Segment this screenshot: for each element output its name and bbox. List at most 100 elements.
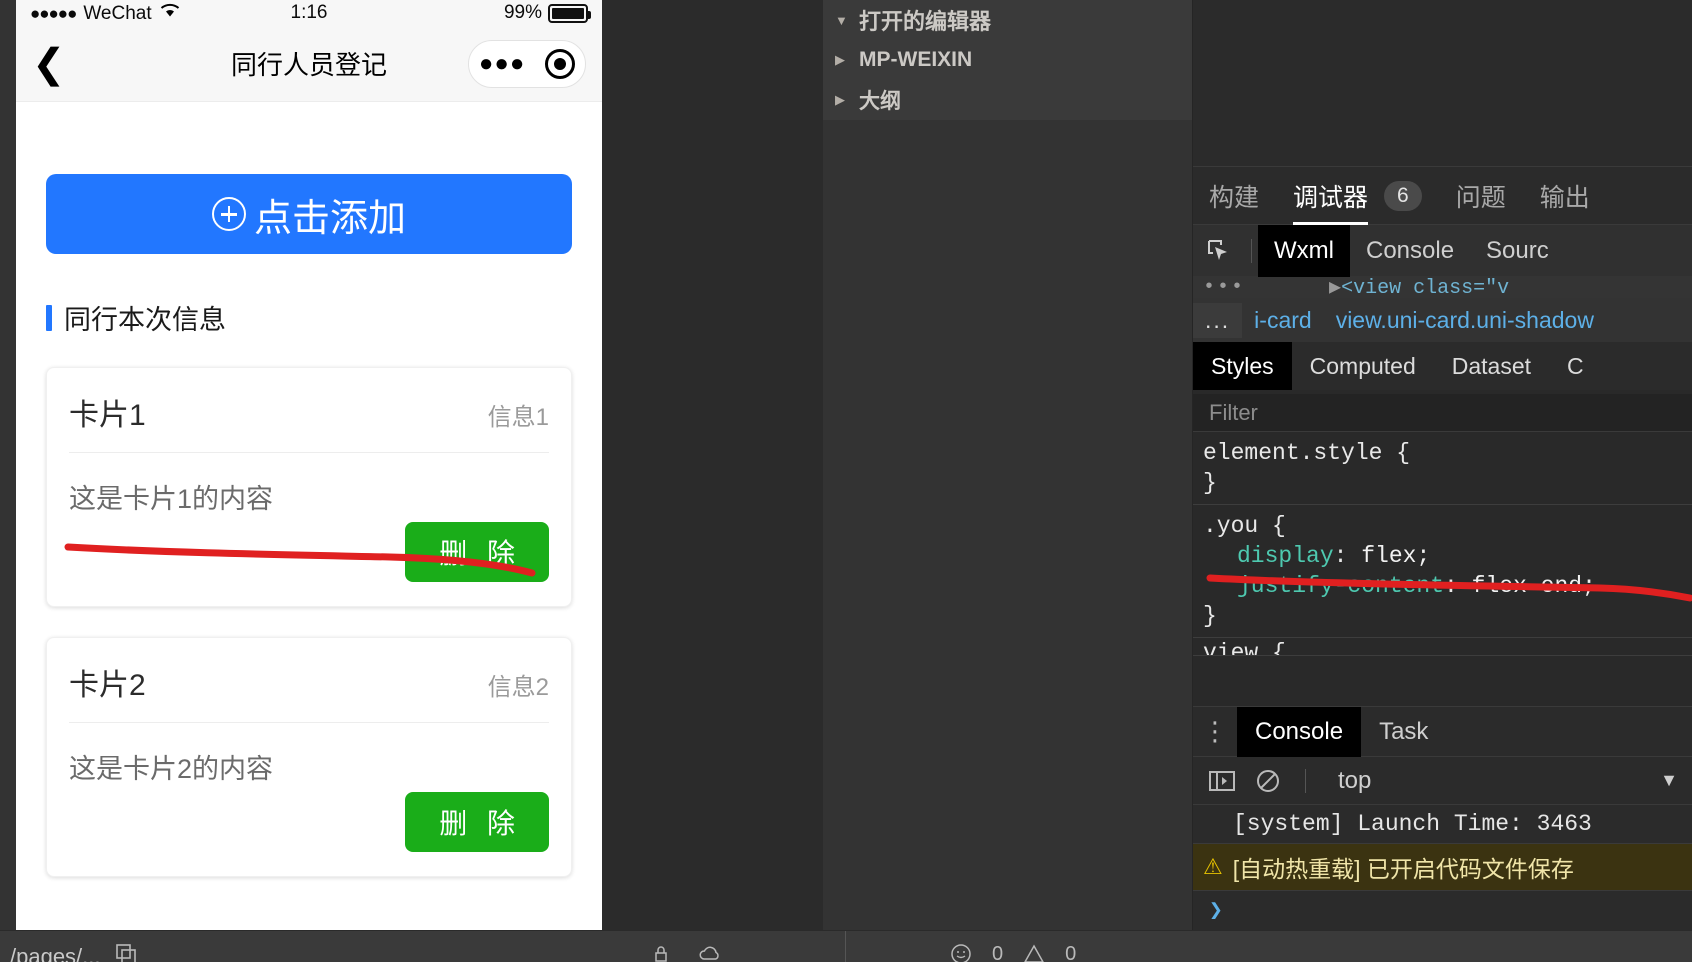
tab-more[interactable]: C [1549, 342, 1602, 390]
explorer-row-label: 大纲 [859, 90, 901, 113]
subtab-sources[interactable]: Sourc [1470, 225, 1565, 277]
css-colon: : [1333, 543, 1362, 569]
console-drawer-tabs: ⋮ Console Task [1193, 706, 1692, 757]
signal-dots-icon: ●●●●● [30, 3, 77, 23]
wxml-markup-line: ▶<view class="v [1329, 276, 1509, 298]
card-extra: 信息2 [487, 674, 549, 701]
status-bar-divider [845, 931, 846, 962]
clear-console-icon[interactable] [1253, 766, 1283, 796]
tab-dataset[interactable]: Dataset [1434, 342, 1549, 390]
explorer-row-open-editors[interactable]: ▼ 打开的编辑器 [823, 0, 1192, 40]
element-picker-icon[interactable] [1193, 225, 1245, 277]
console-drawer: ⋮ Console Task top ▼ [system] Launch Tim… [1193, 706, 1692, 930]
styles-filter-input[interactable]: Filter [1193, 394, 1692, 432]
tab-output[interactable]: 输出 [1540, 167, 1590, 225]
chevron-down-icon[interactable]: ▼ [1660, 770, 1678, 791]
current-path-label: /pages/... [10, 943, 101, 962]
breadcrumb-item-uni-card[interactable]: view.uni-card.uni-shadow [1324, 307, 1606, 334]
chevron-right-icon[interactable]: ▶ [835, 92, 849, 108]
card-content: 这是卡片2的内容 [69, 754, 274, 784]
subtab-wxml[interactable]: Wxml [1258, 224, 1350, 277]
css-value[interactable]: flex; [1361, 543, 1430, 569]
card-item: 卡片1 信息1 这是卡片1的内容 删 除 [46, 367, 572, 607]
tab-computed[interactable]: Computed [1292, 342, 1434, 390]
chevron-down-icon[interactable]: ▼ [835, 13, 849, 28]
card-title: 卡片2 [69, 669, 146, 702]
status-bar-left: ●●●●● WeChat [30, 2, 180, 24]
toolbar-separator [1305, 768, 1306, 793]
css-property[interactable]: justify-content [1203, 573, 1444, 599]
devtools-main-tabs: 构建 调试器 6 问题 输出 [1193, 166, 1692, 225]
explorer-row-mp-weixin[interactable]: ▶ MP-WEIXIN [823, 40, 1192, 80]
wechat-capsule-button[interactable]: ●●● [468, 39, 586, 88]
warning-triangle-icon[interactable] [1023, 943, 1045, 962]
left-gutter [0, 0, 16, 930]
delete-button[interactable]: 删 除 [405, 792, 549, 852]
css-closing-brace: } [1203, 470, 1217, 496]
console-sidebar-icon[interactable] [1207, 766, 1237, 796]
smiley-icon[interactable] [950, 943, 972, 962]
section-accent-bar [46, 304, 52, 331]
chevron-right-icon[interactable]: ▶ [835, 52, 849, 68]
css-declaration[interactable]: justify-content: flex-end; [1203, 571, 1692, 601]
explorer-row-outline[interactable]: ▶ 大纲 [823, 80, 1192, 120]
phone-nav-bar: ❮ 同行人员登记 ●●● [16, 26, 602, 102]
section-title-label: 同行本次信息 [64, 305, 226, 335]
css-selector: element.style { [1203, 440, 1411, 466]
tab-build[interactable]: 构建 [1209, 167, 1259, 225]
explorer-row-label: MP-WEIXIN [859, 48, 973, 71]
back-icon[interactable]: ❮ [32, 44, 76, 84]
warning-icon: ⚠ [1203, 854, 1223, 879]
css-rule-you[interactable]: .you { display: flex; justify-content: f… [1193, 505, 1692, 638]
console-message-warning: ⚠ [自动热重载] 已开启代码文件保存 [1193, 843, 1692, 890]
status-bar-path[interactable]: /pages/... [0, 943, 137, 962]
card-header: 卡片2 信息2 [69, 638, 549, 723]
console-message-log: [system] Launch Time: 3463 [1193, 804, 1692, 843]
copy-icon[interactable] [115, 943, 137, 962]
target-icon[interactable] [545, 48, 576, 79]
wxml-markup-text: <view class="v [1341, 277, 1510, 298]
toolbar-separator [1251, 238, 1252, 263]
tab-styles[interactable]: Styles [1193, 342, 1292, 390]
css-declaration[interactable]: display: flex; [1203, 541, 1692, 571]
wxml-tree-row[interactable]: ••• ▶<view class="v [1193, 276, 1692, 298]
tab-console[interactable]: Console [1237, 706, 1362, 757]
dom-breadcrumb: ... i-card view.uni-card.uni-shadow [1193, 298, 1692, 342]
phone-page-body: 点击添加 同行本次信息 卡片1 信息1 这是卡片1的内容 删 除 卡片2 信息2… [16, 174, 602, 930]
breadcrumb-ellipsis[interactable]: ... [1193, 302, 1243, 338]
add-button[interactable]: 点击添加 [46, 174, 572, 254]
css-selector: .you { [1203, 513, 1286, 539]
explorer-sections: ▼ 打开的编辑器 ▶ MP-WEIXIN ▶ 大纲 [823, 0, 1192, 120]
breadcrumb-item-i-card[interactable]: i-card [1242, 307, 1324, 334]
console-warning-text: [自动热重载] 已开启代码文件保存 [1232, 856, 1574, 882]
subtab-console[interactable]: Console [1350, 225, 1470, 277]
filter-placeholder: Filter [1209, 399, 1258, 425]
console-input-prompt[interactable]: ❯ [1193, 890, 1692, 930]
cloud-icon[interactable] [698, 943, 724, 962]
section-title: 同行本次信息 [46, 298, 572, 337]
console-toolbar: top ▼ [1193, 756, 1692, 804]
css-value[interactable]: flex-end; [1472, 573, 1596, 599]
delete-button[interactable]: 删 除 [405, 522, 549, 582]
wifi-icon [160, 2, 180, 24]
styles-tabs: Styles Computed Dataset C [1193, 342, 1692, 390]
tab-debugger[interactable]: 调试器 [1293, 167, 1369, 225]
more-dots-icon[interactable]: ●●● [479, 51, 526, 76]
tab-task[interactable]: Task [1361, 707, 1446, 757]
add-button-label: 点击添加 [253, 197, 406, 240]
css-selector: view { [1203, 640, 1286, 656]
card-content: 这是卡片1的内容 [69, 484, 274, 514]
devtools-panel: 构建 调试器 6 问题 输出 Wxml Console Sourc ••• ▶<… [1193, 0, 1692, 930]
kebab-menu-icon[interactable]: ⋮ [1193, 716, 1237, 747]
devtools-sub-tabs: Wxml Console Sourc [1193, 224, 1692, 277]
tab-problems[interactable]: 问题 [1456, 167, 1506, 225]
css-property[interactable]: display [1203, 543, 1334, 569]
expand-triangle-icon[interactable]: ▶ [1329, 277, 1341, 298]
css-rule-view[interactable]: view { [1193, 638, 1692, 656]
plus-circle-icon [211, 197, 246, 231]
console-context-select[interactable]: top [1338, 767, 1371, 795]
wxml-dots-icon: ••• [1203, 276, 1246, 298]
lock-icon[interactable] [650, 943, 672, 962]
css-rule-element-style[interactable]: element.style { } [1193, 432, 1692, 505]
css-colon: : [1444, 573, 1472, 599]
